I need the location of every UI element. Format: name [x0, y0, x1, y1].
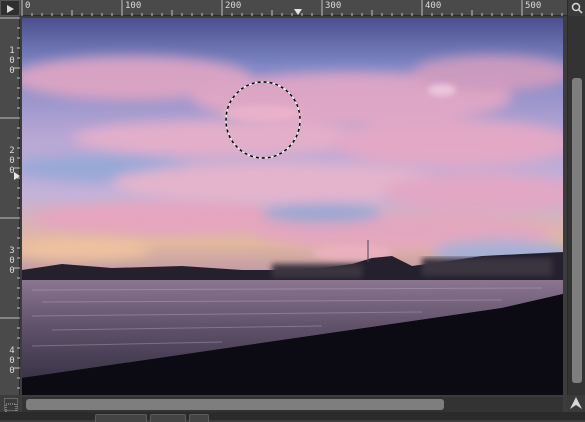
image-canvas[interactable]	[22, 18, 563, 395]
navigate-icon	[569, 395, 583, 414]
horizontal-scrollbar[interactable]	[22, 397, 563, 412]
ruler-label-v300: 300	[9, 246, 15, 276]
ruler-label-200: 200	[225, 1, 242, 11]
ruler-label-300: 300	[325, 1, 342, 11]
zoom-button[interactable]	[567, 0, 585, 16]
horizontal-scrollbar-thumb[interactable]	[26, 399, 444, 410]
status-unit-selector[interactable]	[95, 414, 147, 422]
horizontal-ruler[interactable]: 0 100 200 300 400 500	[20, 0, 567, 16]
triangle-right-icon	[5, 0, 15, 18]
zoom-icon	[571, 0, 583, 18]
status-extra-widget[interactable]	[189, 414, 209, 422]
sunset-image	[22, 18, 563, 395]
ruler-label-500: 500	[525, 1, 542, 11]
quick-mask-toggle[interactable]	[4, 398, 18, 414]
vertical-scrollbar[interactable]	[567, 16, 585, 395]
vertical-scrollbar-thumb[interactable]	[572, 78, 582, 383]
ruler-label-v400: 400	[9, 346, 15, 376]
navigate-button[interactable]	[567, 395, 585, 413]
ruler-label-0: 0	[25, 1, 31, 11]
ruler-label-v100: 100	[9, 46, 15, 76]
ruler-label-100: 100	[125, 1, 142, 11]
image-menu-button[interactable]	[0, 0, 20, 16]
status-bar	[0, 412, 585, 422]
vertical-ruler[interactable]: 100 200 300 400	[0, 16, 20, 395]
ruler-label-400: 400	[425, 1, 442, 11]
status-zoom-selector[interactable]	[150, 414, 186, 422]
